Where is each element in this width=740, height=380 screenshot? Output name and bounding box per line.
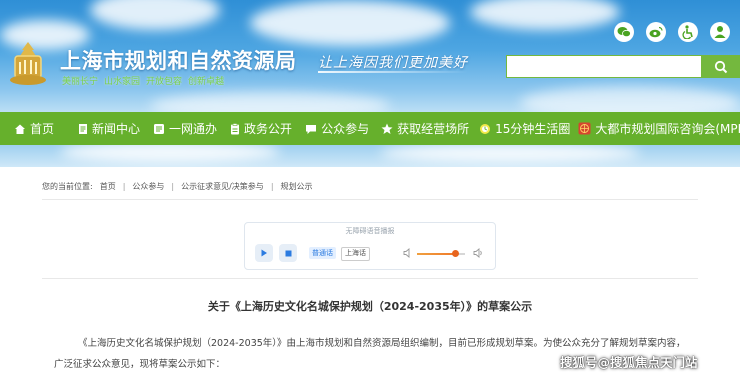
cloud-decoration: [250, 0, 450, 46]
nav-item-business-premises[interactable]: 获取经营场所: [381, 112, 469, 145]
site-header: 上海市规划和自然资源局 美丽长宁 山水家园 开放包容 创新卓越 让上海因我们更加…: [0, 0, 740, 112]
breadcrumb-divider: [42, 199, 698, 200]
cloud-decoration: [150, 92, 390, 112]
slogan-item: 山水家园: [104, 77, 141, 87]
breadcrumb-separator: |: [270, 182, 274, 191]
article-divider: [42, 278, 698, 279]
clipboard-icon: [230, 122, 240, 135]
accessibility-icon[interactable]: [678, 22, 698, 42]
slogan-item: 开放包容: [146, 77, 183, 87]
search-input[interactable]: [506, 55, 702, 78]
accessibility-audio-player: 无障碍语音播报 普通话 上海话: [244, 222, 496, 270]
breadcrumb-item-participation[interactable]: 公众参与: [132, 181, 164, 192]
slogan-list: 美丽长宁 山水家园 开放包容 创新卓越: [62, 74, 224, 87]
breadcrumb-prefix: 您的当前位置:: [42, 182, 93, 191]
globe-badge-icon: [578, 122, 591, 135]
nav-item-label: 大都市规划国际咨询会(MPIC): [595, 122, 740, 136]
nav-item-mpic[interactable]: 大都市规划国际咨询会(MPIC): [578, 112, 740, 145]
weibo-icon[interactable]: [646, 22, 666, 42]
article-title: 关于《上海历史文化名城保护规划（2024-2035年）》的草案公示: [207, 300, 533, 313]
nav-item-gov-affairs[interactable]: 政务公开: [230, 112, 292, 145]
nav-item-label: 政务公开: [244, 122, 293, 136]
nav-item-label: 公众参与: [321, 122, 370, 136]
grid-icon: [153, 123, 165, 135]
cloud-decoration: [470, 0, 620, 30]
cloud-decoration: [90, 0, 220, 30]
user-icon[interactable]: [710, 22, 730, 42]
nav-item-label: 首页: [30, 122, 55, 136]
nav-item-label: 获取经营场所: [397, 122, 470, 136]
search-button[interactable]: [702, 55, 740, 78]
stop-button[interactable]: [279, 244, 297, 262]
breadcrumb-separator: |: [171, 182, 175, 191]
bureau-logo-icon[interactable]: [6, 40, 50, 86]
stop-icon: [285, 250, 291, 256]
play-button[interactable]: [255, 244, 273, 262]
main-content: 您的当前位置: 首页 | 公众参与 | 公示征求意见/决策参与 | 规划公示 无…: [0, 167, 740, 380]
volume-high-icon: [473, 248, 482, 258]
volume-low-icon: [403, 248, 410, 258]
motto-underline: [318, 71, 468, 73]
mode-mandarin-button[interactable]: 普通话: [309, 247, 336, 259]
nav-item-15min-life-circle[interactable]: 15分钟生活圈: [479, 112, 570, 145]
breadcrumb-item-home[interactable]: 首页: [100, 181, 116, 192]
clock-icon: [479, 123, 491, 135]
breadcrumb-separator: |: [122, 182, 126, 191]
nav-item-public-participation[interactable]: 公众参与: [305, 112, 369, 145]
wechat-icon[interactable]: [614, 22, 634, 42]
slogan-item: 创新卓越: [188, 77, 225, 87]
source-watermark: 搜狐号@搜狐焦点天门站: [560, 355, 698, 370]
document-icon: [78, 123, 88, 135]
breadcrumb-item-planning-notice[interactable]: 规划公示: [281, 181, 313, 192]
banner-sky-strip: [0, 145, 740, 167]
star-icon: [381, 123, 393, 135]
mode-shanghainese-button[interactable]: 上海话: [341, 247, 370, 261]
nav-item-one-network[interactable]: 一网通办: [153, 112, 217, 145]
motto-text: 让上海因我们更加美好: [318, 55, 468, 71]
site-title[interactable]: 上海市规划和自然资源局: [60, 45, 297, 75]
slogan-item: 美丽长宁: [62, 77, 99, 87]
search-icon: [714, 60, 728, 73]
cloud-decoration: [380, 145, 640, 163]
play-icon: [261, 249, 267, 257]
cloud-decoration: [60, 145, 280, 163]
nav-item-label: 一网通办: [169, 122, 218, 136]
chat-icon: [305, 123, 317, 135]
nav-item-label: 新闻中心: [92, 122, 141, 136]
home-icon: [14, 123, 26, 135]
breadcrumb-item-consultation[interactable]: 公示征求意见/决策参与: [181, 181, 264, 192]
player-title: 无障碍语音播报: [345, 227, 395, 235]
nav-item-home[interactable]: 首页: [14, 112, 54, 145]
main-nav: 首页 新闻中心 一网通办 政务公开 公众参与 获取经营场所 15分钟生活圈 大都…: [0, 112, 740, 145]
breadcrumb: 您的当前位置: 首页 | 公众参与 | 公示征求意见/决策参与 | 规划公示: [42, 181, 313, 192]
nav-item-news[interactable]: 新闻中心: [78, 112, 140, 145]
cloud-decoration: [520, 86, 740, 112]
top-icon-bar: [614, 22, 730, 42]
volume-slider-handle[interactable]: [451, 250, 459, 257]
nav-item-label: 15分钟生活圈: [495, 122, 571, 136]
